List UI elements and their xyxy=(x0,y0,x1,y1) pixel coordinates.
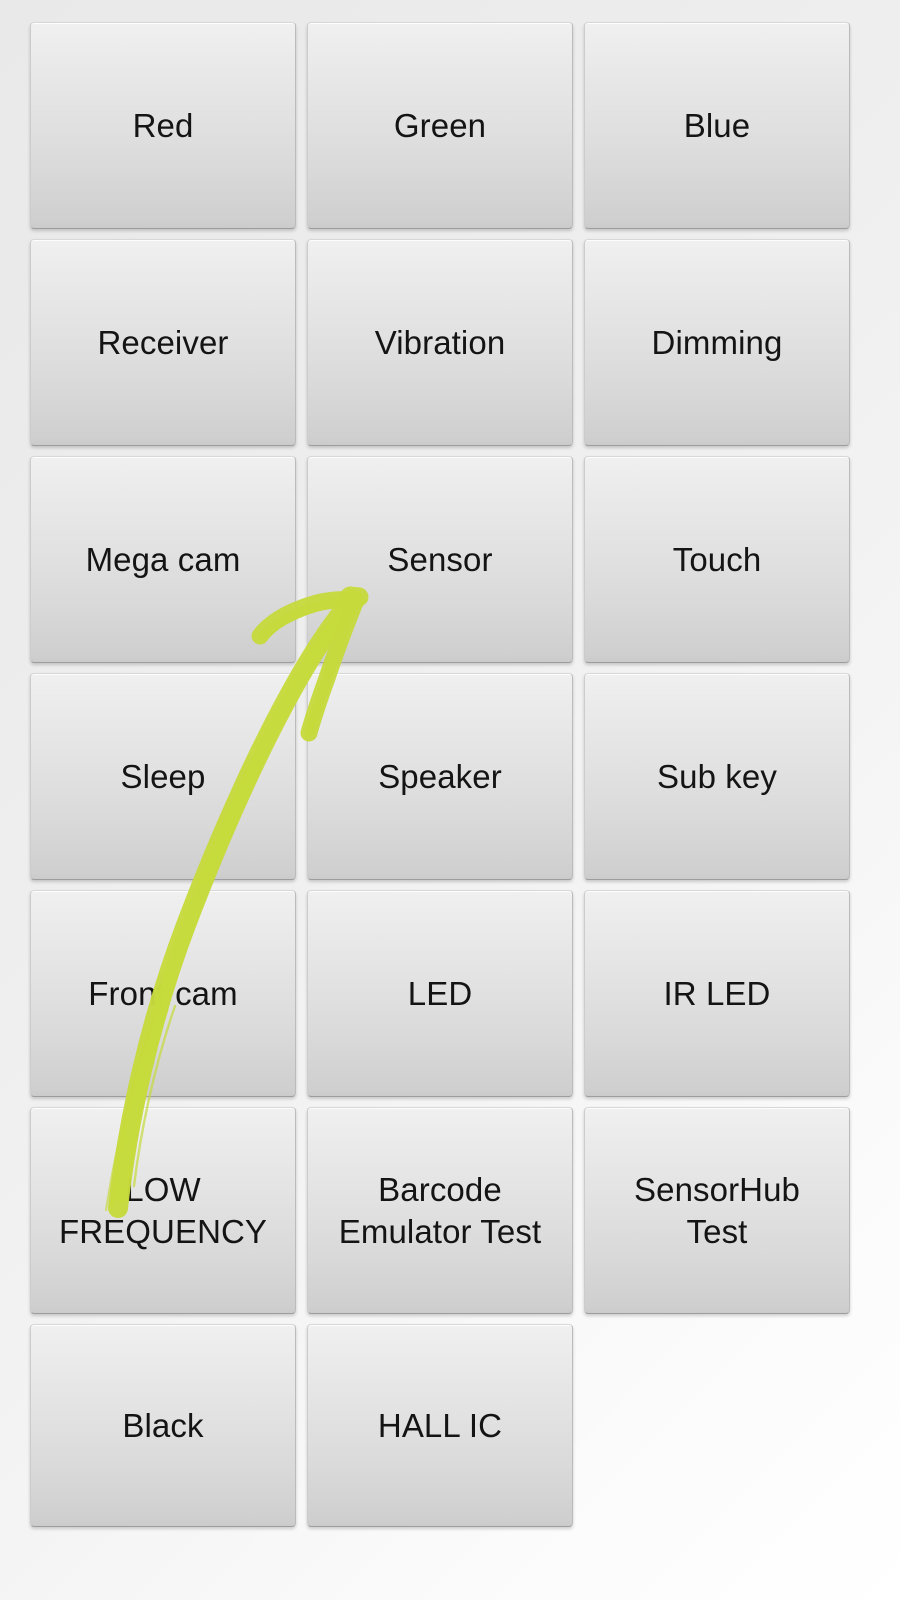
button-label: Barcode Emulator Test xyxy=(338,1170,542,1250)
button-label: SensorHub Test xyxy=(634,1170,800,1250)
factory-test-screen: Red Green Blue Receiver Vibration Dimmin… xyxy=(0,0,900,1600)
button-barcode-emulator-test[interactable]: Barcode Emulator Test xyxy=(307,1107,573,1314)
button-label: Blue xyxy=(683,106,751,144)
button-receiver[interactable]: Receiver xyxy=(30,239,296,446)
button-label: IR LED xyxy=(663,974,771,1012)
button-ir-led[interactable]: IR LED xyxy=(584,890,850,1097)
button-low-frequency[interactable]: LOW FREQUENCY xyxy=(30,1107,296,1314)
button-label: LOW FREQUENCY xyxy=(58,1170,268,1250)
button-red[interactable]: Red xyxy=(30,22,296,229)
grid-empty-cell xyxy=(584,1324,850,1527)
button-sensor[interactable]: Sensor xyxy=(307,456,573,663)
button-label: Mega cam xyxy=(85,540,241,578)
button-hall-ic[interactable]: HALL IC xyxy=(307,1324,573,1527)
button-grid: Red Green Blue Receiver Vibration Dimmin… xyxy=(30,22,850,1527)
button-led[interactable]: LED xyxy=(307,890,573,1097)
button-sleep[interactable]: Sleep xyxy=(30,673,296,880)
button-sensorhub-test[interactable]: SensorHub Test xyxy=(584,1107,850,1314)
button-vibration[interactable]: Vibration xyxy=(307,239,573,446)
button-front-cam[interactable]: Front cam xyxy=(30,890,296,1097)
button-mega-cam[interactable]: Mega cam xyxy=(30,456,296,663)
button-sub-key[interactable]: Sub key xyxy=(584,673,850,880)
button-label: Green xyxy=(393,106,487,144)
button-blue[interactable]: Blue xyxy=(584,22,850,229)
button-label: Vibration xyxy=(374,323,506,361)
button-black[interactable]: Black xyxy=(30,1324,296,1527)
button-label: Front cam xyxy=(88,974,238,1012)
button-label: Receiver xyxy=(97,323,229,361)
button-dimming[interactable]: Dimming xyxy=(584,239,850,446)
button-green[interactable]: Green xyxy=(307,22,573,229)
button-label: Dimming xyxy=(651,323,783,361)
button-label: Sensor xyxy=(387,540,493,578)
button-label: LED xyxy=(407,974,473,1012)
button-label: Sub key xyxy=(657,757,777,795)
button-label: HALL IC xyxy=(377,1406,503,1444)
button-touch[interactable]: Touch xyxy=(584,456,850,663)
button-label: Speaker xyxy=(378,757,502,795)
button-speaker[interactable]: Speaker xyxy=(307,673,573,880)
button-label: Touch xyxy=(672,540,762,578)
button-label: Sleep xyxy=(120,757,206,795)
button-label: Red xyxy=(132,106,194,144)
button-label: Black xyxy=(122,1406,204,1444)
